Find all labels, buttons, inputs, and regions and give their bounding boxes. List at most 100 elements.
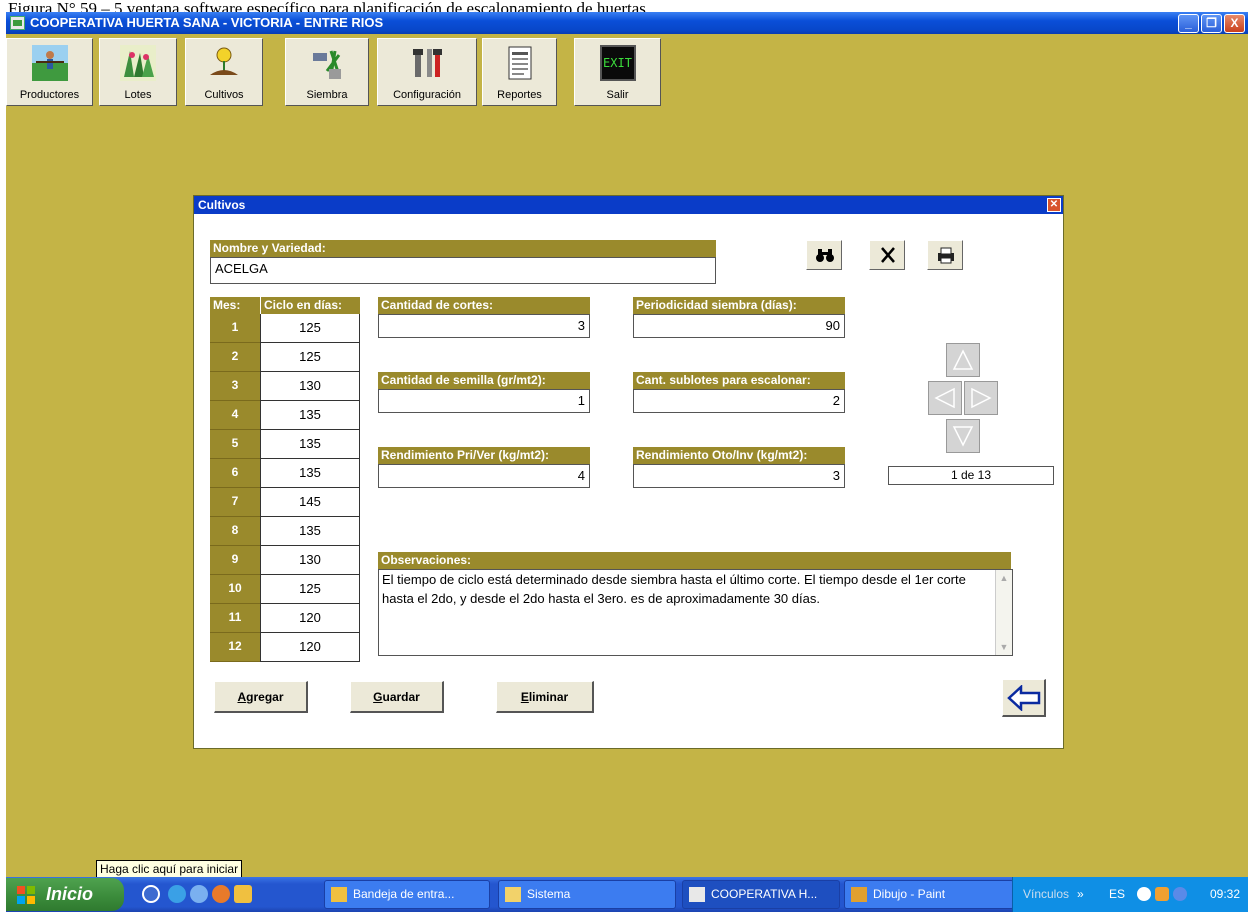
media-player-icon[interactable] xyxy=(212,885,230,903)
triangle-right-icon xyxy=(971,387,992,409)
close-button[interactable]: X xyxy=(1224,14,1245,33)
ciclo-cell[interactable]: 125 xyxy=(260,314,360,343)
tray-chevron-icon[interactable] xyxy=(1137,887,1151,901)
nav-next-button[interactable] xyxy=(964,381,998,415)
observaciones-header: Observaciones: xyxy=(378,552,1011,569)
minimize-icon: _ xyxy=(1185,16,1192,30)
ie-icon[interactable] xyxy=(142,885,160,903)
taskbar-item[interactable]: Bandeja de entra... xyxy=(324,880,490,909)
exit-sign-icon: EXIT xyxy=(599,45,636,81)
periodicidad-header: Periodicidad siembra (días): xyxy=(633,297,845,314)
ciclo-header: Ciclo en días: xyxy=(260,297,360,314)
mes-cell: 4 xyxy=(210,401,260,430)
ciclo-cell[interactable]: 135 xyxy=(260,517,360,546)
sublotes-header: Cant. sublotes para escalonar: xyxy=(633,372,845,389)
cultivos-button[interactable]: Cultivos xyxy=(185,38,263,106)
scroll-down-icon[interactable]: ▼ xyxy=(997,640,1011,654)
sublotes-input[interactable]: 2 xyxy=(633,389,845,413)
reportes-button[interactable]: Reportes xyxy=(482,38,557,106)
taskbar-item-label: COOPERATIVA H... xyxy=(711,887,818,901)
farmer-icon xyxy=(31,45,68,81)
print-button[interactable] xyxy=(927,240,963,270)
app-icon xyxy=(689,887,705,902)
links-chevron[interactable]: » xyxy=(1077,877,1084,912)
productores-button[interactable]: Productores xyxy=(6,38,93,106)
dialog-close-button[interactable]: ✕ xyxy=(1047,198,1061,212)
restore-button[interactable]: ❐ xyxy=(1201,14,1222,33)
cancel-button[interactable] xyxy=(869,240,905,270)
scroll-up-icon[interactable]: ▲ xyxy=(997,571,1011,585)
mes-cell: 3 xyxy=(210,372,260,401)
taskbar-item[interactable]: Sistema xyxy=(498,880,676,909)
guardar-button[interactable]: Guardar xyxy=(350,681,444,713)
rend-otoinv-input[interactable]: 3 xyxy=(633,464,845,488)
nav-prev-button[interactable] xyxy=(928,381,962,415)
eliminar-button[interactable]: Eliminar xyxy=(496,681,594,713)
ciclo-cell[interactable]: 125 xyxy=(260,575,360,604)
language-indicator[interactable]: ES xyxy=(1109,877,1125,912)
mes-cell: 1 xyxy=(210,314,260,343)
windows-flag-icon xyxy=(17,886,35,904)
ciclo-cell[interactable]: 125 xyxy=(260,343,360,372)
taskbar-item-label: Sistema xyxy=(527,887,571,901)
mes-cell: 7 xyxy=(210,488,260,517)
nombre-input[interactable]: ACELGA xyxy=(210,257,716,284)
mes-cell: 6 xyxy=(210,459,260,488)
agregar-button[interactable]: Agregar xyxy=(214,681,308,713)
ciclo-cell[interactable]: 120 xyxy=(260,604,360,633)
ciclo-cell[interactable]: 135 xyxy=(260,430,360,459)
links-toolbar[interactable]: Vínculos xyxy=(1023,877,1069,912)
mes-cell: 8 xyxy=(210,517,260,546)
x-icon xyxy=(881,247,895,263)
back-button[interactable] xyxy=(1002,679,1046,717)
ciclo-cell[interactable]: 135 xyxy=(260,459,360,488)
agregar-label: gregar xyxy=(246,690,284,704)
field-icon xyxy=(120,45,156,81)
periodicidad-input[interactable]: 90 xyxy=(633,314,845,338)
messenger-icon[interactable] xyxy=(190,885,208,903)
nav-last-button[interactable] xyxy=(946,419,980,453)
observaciones-scrollbar[interactable]: ▲ ▼ xyxy=(995,570,1012,655)
search-button[interactable] xyxy=(806,240,842,270)
salir-button[interactable]: EXIT Salir xyxy=(574,38,661,106)
productores-label: Productores xyxy=(19,89,80,101)
ciclo-cell[interactable]: 145 xyxy=(260,488,360,517)
binoculars-icon xyxy=(816,249,834,262)
ciclo-cell[interactable]: 120 xyxy=(260,633,360,662)
guardar-label: uardar xyxy=(382,690,420,704)
outlook-icon[interactable] xyxy=(234,885,252,903)
observaciones-textarea[interactable]: El tiempo de ciclo está determinado desd… xyxy=(378,569,1013,656)
ciclo-cell[interactable]: 130 xyxy=(260,546,360,575)
ciclo-cell[interactable]: 135 xyxy=(260,401,360,430)
tray-app-icon[interactable] xyxy=(1155,887,1169,901)
mail-icon xyxy=(331,887,347,902)
cortes-input[interactable]: 3 xyxy=(378,314,590,338)
semilla-input[interactable]: 1 xyxy=(378,389,590,413)
taskbar-item[interactable]: COOPERATIVA H... xyxy=(682,880,840,909)
ciclo-cell[interactable]: 130 xyxy=(260,372,360,401)
main-toolbar: Productores Lotes Cultivos Siembra Confi… xyxy=(6,34,1248,109)
system-tray: Vínculos » ES 09:32 xyxy=(1012,877,1248,912)
salir-label: Salir xyxy=(606,89,629,101)
report-icon xyxy=(508,46,531,80)
dialog-title: Cultivos ✕ xyxy=(194,196,1063,214)
mes-cell: 9 xyxy=(210,546,260,575)
tray-network-icon[interactable] xyxy=(1173,887,1187,901)
tools-icon xyxy=(413,49,442,77)
start-button[interactable]: Inicio xyxy=(6,878,124,911)
siembra-button[interactable]: Siembra xyxy=(285,38,369,106)
siembra-label: Siembra xyxy=(306,89,348,101)
reportes-label: Reportes xyxy=(497,89,542,101)
app-icon xyxy=(10,16,25,30)
cultivos-dialog: Cultivos ✕ Nombre y Variedad: ACELGA Mes… xyxy=(193,195,1064,749)
browser-icon[interactable] xyxy=(168,885,186,903)
rend-priver-input[interactable]: 4 xyxy=(378,464,590,488)
taskbar-item[interactable]: Dibujo - Paint xyxy=(844,880,1014,909)
mes-header: Mes: xyxy=(210,297,260,314)
nav-first-button[interactable] xyxy=(946,343,980,377)
configuracion-button[interactable]: Configuración xyxy=(377,38,477,106)
lotes-button[interactable]: Lotes xyxy=(99,38,177,106)
taskbar: Inicio Bandeja de entra... Sistema COOPE… xyxy=(6,877,1248,912)
minimize-button[interactable]: _ xyxy=(1178,14,1199,33)
triangle-up-icon xyxy=(952,349,974,370)
